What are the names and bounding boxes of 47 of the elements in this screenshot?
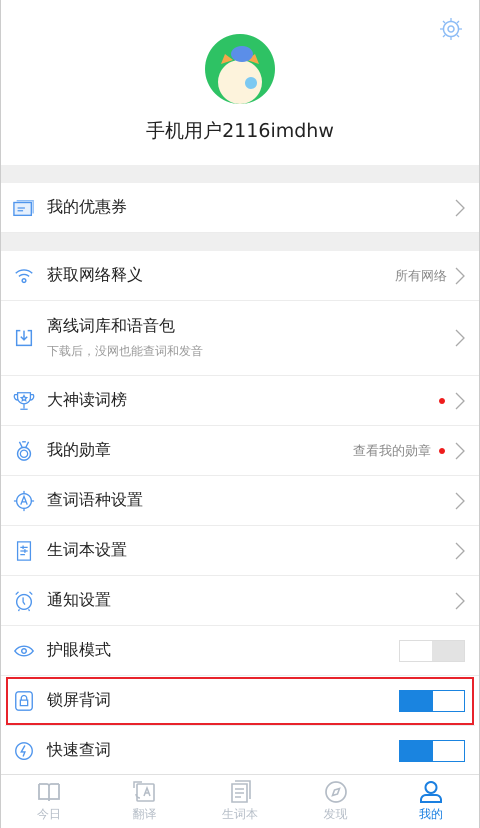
settings-icon[interactable] — [439, 17, 463, 41]
row-value: 所有网络 — [395, 268, 447, 284]
settings-row[interactable]: 大神读词榜 — [1, 376, 479, 426]
avatar[interactable] — [205, 34, 275, 104]
username: 手机用户2116imdhw — [146, 119, 334, 144]
translate-icon — [132, 780, 156, 804]
chevron-icon — [455, 442, 465, 460]
nav-tab[interactable]: 我的 — [383, 775, 479, 828]
row-label: 我的优惠券 — [47, 197, 128, 218]
alarm-clock-icon — [13, 590, 35, 612]
compass-icon — [324, 780, 348, 804]
trophy-icon — [13, 390, 35, 412]
chevron-icon — [455, 592, 465, 610]
settings-row[interactable]: 获取网络释义 所有网络 — [1, 251, 479, 301]
settings-row[interactable]: 离线词库和语音包 下载后，没网也能查词和发音 — [1, 301, 479, 376]
row-label: 护眼模式 — [47, 640, 112, 661]
book-icon — [36, 780, 61, 804]
language-icon — [13, 490, 35, 512]
settings-row[interactable]: 查词语种设置 — [1, 476, 479, 526]
settings-row[interactable]: 生词本设置 — [1, 526, 479, 576]
chevron-icon — [455, 542, 465, 560]
row-label: 离线词库和语音包 — [47, 316, 176, 337]
lightning-icon — [13, 740, 35, 762]
row-subtitle: 下载后，没网也能查词和发音 — [47, 343, 204, 360]
settings-row[interactable]: 护眼模式 — [1, 626, 479, 676]
row-label: 通知设置 — [47, 590, 112, 611]
toggle-switch[interactable] — [399, 740, 465, 762]
row-label: 获取网络释义 — [47, 265, 144, 286]
person-icon — [419, 780, 444, 804]
row-label: 我的勋章 — [47, 440, 112, 461]
settings-row[interactable]: 通知设置 — [1, 576, 479, 626]
chevron-icon — [455, 492, 465, 510]
chevron-icon — [455, 392, 465, 410]
download-icon — [13, 327, 35, 349]
settings-row[interactable]: 锁屏背词 — [5, 676, 475, 726]
chevron-icon — [455, 198, 465, 216]
row-label: 查词语种设置 — [47, 490, 144, 511]
row-label: 锁屏背词 — [47, 690, 112, 711]
row-value: 查看我的勋章 — [353, 442, 431, 460]
lock-icon — [13, 690, 35, 712]
chevron-icon — [455, 266, 465, 284]
row-label: 生词本设置 — [47, 540, 128, 561]
settings-row[interactable]: 我的勋章 查看我的勋章 — [1, 426, 479, 476]
chevron-icon — [455, 329, 465, 347]
row-label: 快速查词 — [47, 740, 112, 761]
row-label: 大神读词榜 — [47, 390, 128, 411]
toggle-switch[interactable] — [399, 690, 465, 712]
